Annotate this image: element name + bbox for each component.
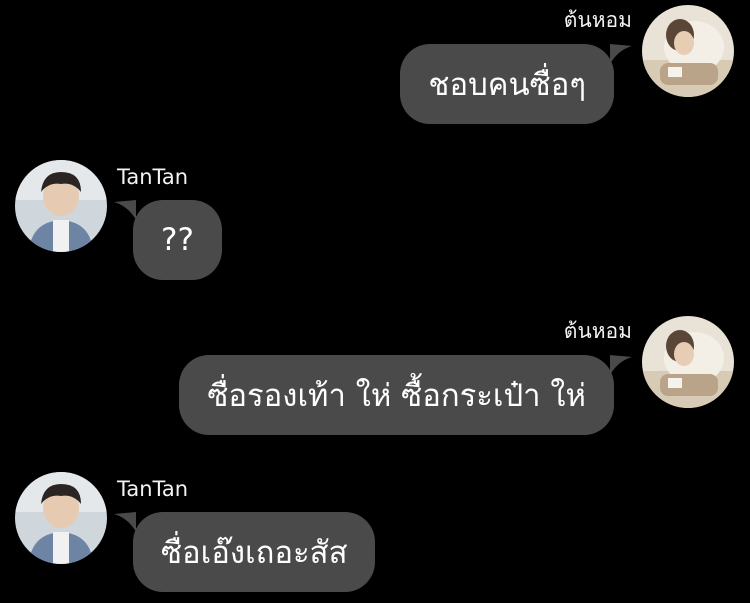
message-bubble[interactable]: ชอบคนซื่อๆ [400,44,614,124]
cream-profile-photo-icon [642,316,734,408]
message-incoming: TanTan ?? [0,150,750,285]
sender-name: TanTan [117,477,189,501]
avatar-tantan[interactable] [15,472,107,564]
boy-denim-jacket-photo-icon [15,472,107,564]
chat-thread: ต้นหอม ชอบคนซื่อๆ TanTan ?? ต้นหอม ซื่อร… [0,0,750,603]
avatar-tantan[interactable] [15,160,107,252]
bubble-tail-right [610,355,632,375]
message-bubble[interactable]: ?? [133,200,222,280]
message-outgoing: ต้นหอม ซื่อรองเท้า ให่ ซื้อกระเป๋า ให่ [0,310,750,445]
sender-name: ต้นหอม [563,8,632,32]
message-bubble[interactable]: ซื่อรองเท้า ให่ ซื้อกระเป๋า ให่ [179,355,614,435]
avatar-tonhom[interactable] [642,316,734,408]
message-outgoing: ต้นหอม ชอบคนซื่อๆ [0,0,750,130]
cream-profile-photo-icon [642,5,734,97]
bubble-tail-left [114,512,136,532]
bubble-tail-left [114,200,136,220]
sender-name: ต้นหอม [563,319,632,343]
bubble-tail-right [610,44,632,64]
sender-name: TanTan [117,165,189,189]
avatar-tonhom[interactable] [642,5,734,97]
boy-denim-jacket-photo-icon [15,160,107,252]
message-bubble[interactable]: ซื่อเอ๊งเถอะสัส [133,512,376,592]
message-incoming: TanTan ซื่อเอ๊งเถอะสัส [0,462,750,603]
